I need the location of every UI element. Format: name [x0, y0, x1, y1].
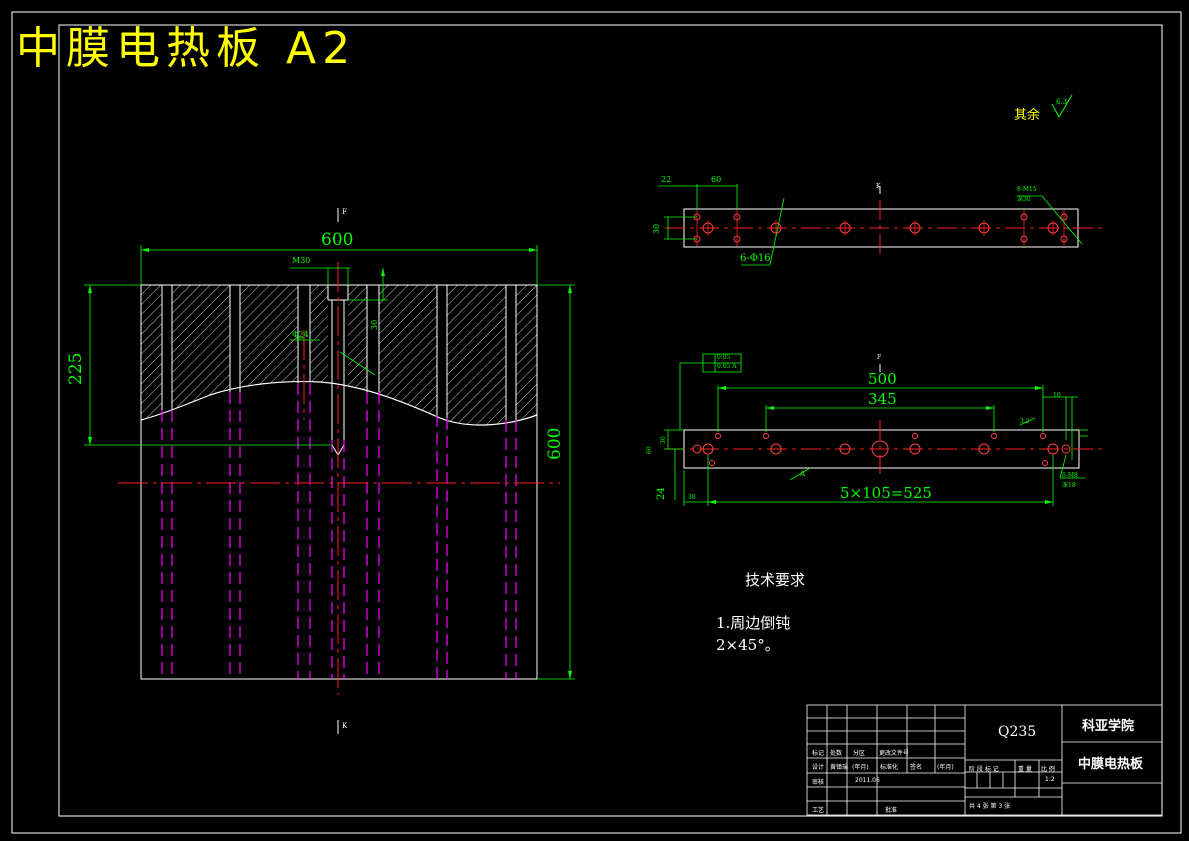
- front-holes-depth: 深18: [1062, 482, 1076, 489]
- tb-pizhun: 批准: [885, 807, 898, 814]
- dim-24: 24: [656, 487, 667, 500]
- tb-gongyi: 工艺: [812, 807, 825, 814]
- school-name: 科亚学院: [1082, 719, 1135, 734]
- top-dim-60: 60: [711, 175, 722, 184]
- tb-sheets: 共 4 张 第 3 张: [969, 803, 1011, 810]
- outer-frame: [11, 11, 1182, 834]
- tech-item-1: 1.周边倒钝: [716, 614, 791, 632]
- section-mark-bottom: K: [342, 722, 348, 730]
- dim-38: 38: [688, 494, 696, 501]
- dim-h2: 60: [646, 446, 653, 454]
- dim-depth: 225: [66, 352, 86, 385]
- tech-heading: 技术要求: [745, 571, 806, 589]
- tb-qianming: 签名: [910, 764, 923, 771]
- top-section-mark: K: [876, 183, 881, 190]
- front-holes-right: 6-M8: [1062, 472, 1078, 479]
- dim-500: 500: [868, 370, 897, 388]
- tb-nianyue2: (年月): [937, 764, 954, 771]
- tb-biaoji: 标记: [812, 750, 825, 757]
- tb-chushu: 处数: [830, 750, 843, 757]
- dim-10: 10: [1053, 392, 1061, 399]
- drawing-title: 中膜电热板 A2: [16, 23, 357, 74]
- tb-weight: 重 量: [1018, 766, 1032, 773]
- top-holes-right: 8-M15: [1017, 186, 1037, 193]
- dim-h1: 30: [660, 436, 667, 444]
- main-view: [84, 208, 575, 734]
- tb-nianyue: (年月): [852, 764, 869, 771]
- tol-parallel: 0.05 A: [717, 363, 737, 370]
- dim-height: 600: [545, 427, 565, 460]
- material: Q235: [998, 724, 1037, 740]
- tb-scale-value: 1:2: [1045, 776, 1055, 783]
- datum-a: A: [800, 470, 806, 478]
- tb-stage: 阶 段 标 记: [969, 766, 999, 773]
- thread-size: M30: [292, 256, 311, 265]
- part-name: 中膜电热板: [1078, 757, 1144, 772]
- roughness-label: 其余: [1014, 108, 1041, 123]
- dim-pitch: 5×105=525: [840, 484, 932, 502]
- top-holes-right-depth: 深30: [1017, 196, 1031, 203]
- tb-name: 黄镇瑞: [830, 764, 849, 771]
- tol-flatness: 0.05: [717, 354, 731, 361]
- front-roughness: 3.2: [1020, 418, 1030, 425]
- top-dim-30: 30: [652, 223, 661, 234]
- tb-date: 2011.06: [855, 777, 880, 784]
- top-view: [658, 184, 1105, 266]
- top-holes-label: 6-Φ16: [740, 253, 771, 264]
- roughness-value: 6.3: [1056, 98, 1068, 106]
- tb-scale: 比 例: [1041, 766, 1055, 773]
- cad-drawing: [11, 11, 1182, 834]
- tb-shenhe: 审核: [812, 779, 825, 786]
- tb-fenqu: 分区: [853, 750, 866, 757]
- dim-345: 345: [868, 390, 897, 408]
- tech-item-2: 2×45°。: [716, 636, 780, 654]
- thread-depth: 30: [370, 319, 379, 330]
- top-dim-22: 22: [661, 175, 672, 184]
- hole-diameter: Φ24: [292, 330, 309, 339]
- section-mark-top: F: [342, 208, 347, 216]
- tb-wenjian: 更改文件号: [879, 750, 910, 757]
- dim-width: 600: [321, 230, 354, 250]
- tb-sheji: 设计: [812, 764, 825, 771]
- front-section-mark: F: [877, 354, 882, 361]
- tb-biaozhun: 标准化: [880, 764, 899, 771]
- inner-frame: [58, 24, 1163, 817]
